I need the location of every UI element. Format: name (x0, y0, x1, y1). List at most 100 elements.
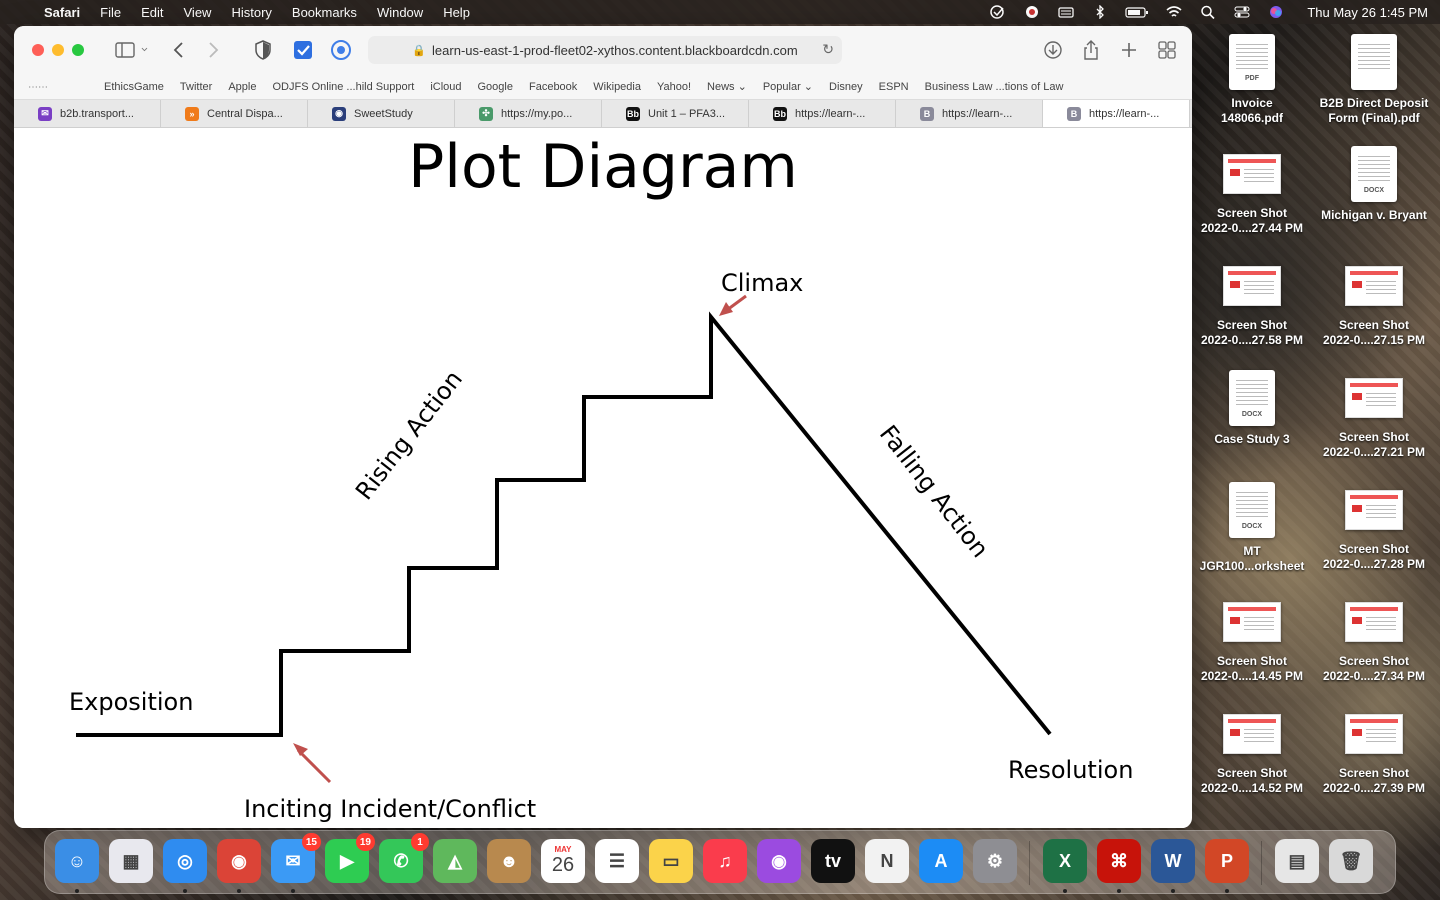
desktop-file-icon[interactable]: Screen Shot 2022-0....27.21 PM (1314, 370, 1434, 460)
new-tab-plus-icon[interactable] (1118, 39, 1140, 61)
favorite-link[interactable]: Google (478, 81, 513, 93)
checkbox-extension-icon[interactable] (292, 39, 314, 61)
favorite-link[interactable]: Facebook (529, 81, 577, 93)
trash-icon[interactable]: 🗑 (1329, 839, 1373, 883)
extension-circle-icon[interactable] (330, 39, 352, 61)
powerpoint-icon[interactable]: P (1205, 839, 1249, 883)
menu-view[interactable]: View (184, 5, 212, 20)
browser-tab[interactable]: Bb Unit 1 – PFA3... (602, 100, 749, 127)
favorite-link[interactable]: ODJFS Online ...hild Support (272, 81, 414, 93)
podcasts-icon[interactable]: ◉ (757, 839, 801, 883)
spotlight-search-icon[interactable] (1199, 5, 1217, 19)
messages-icon[interactable]: ✆ 1 (379, 833, 429, 883)
downloads-stack-icon[interactable]: ▤ (1275, 839, 1319, 883)
menu-bar-clock[interactable]: Thu May 26 1:45 PM (1307, 5, 1428, 20)
tab-favicon-icon: » (185, 106, 199, 121)
favorite-link[interactable]: Popular ⌄ (763, 80, 813, 93)
address-bar[interactable]: 🔒 learn-us-east-1-prod-fleet02-xythos.co… (368, 36, 842, 64)
reload-icon[interactable]: ↻ (822, 41, 834, 58)
menu-bookmarks[interactable]: Bookmarks (292, 5, 357, 20)
screenshot-thumbnail-icon (1223, 266, 1281, 306)
desktop-file-icon[interactable]: PDF Invoice 148066.pdf (1192, 34, 1312, 126)
menu-file[interactable]: File (100, 5, 121, 20)
browser-tab[interactable]: ✣ https://my.po... (455, 100, 602, 127)
favorite-link[interactable]: Twitter (180, 81, 212, 93)
keyboard-status-icon[interactable] (1057, 5, 1075, 19)
chrome-icon[interactable]: ◉ (217, 839, 261, 883)
favorite-link[interactable]: Apple (228, 81, 256, 93)
sidebar-toggle-icon[interactable] (114, 39, 136, 61)
favorite-link[interactable]: Wikipedia (593, 81, 641, 93)
creative-cloud-status-icon[interactable] (1023, 5, 1041, 19)
desktop-file-icon[interactable]: Screen Shot 2022-0....14.52 PM (1192, 706, 1312, 796)
favorite-link[interactable]: Disney (829, 81, 863, 93)
system-preferences-icon[interactable]: ⚙ (973, 839, 1017, 883)
music-icon[interactable]: ♫ (703, 839, 747, 883)
downloads-icon[interactable] (1042, 39, 1064, 61)
appletv-icon[interactable]: tv (811, 839, 855, 883)
desktop-file-icon[interactable]: DOCX Michigan v. Bryant (1314, 146, 1434, 223)
browser-tab[interactable]: Bhttps://learn-... (896, 100, 1043, 127)
menu-history[interactable]: History (231, 5, 271, 20)
desktop-file-icon[interactable]: Screen Shot 2022-0....27.44 PM (1192, 146, 1312, 236)
favorite-link[interactable]: EthicsGame (104, 81, 164, 93)
finder-icon[interactable]: ☺ (55, 839, 99, 883)
address-url[interactable]: learn-us-east-1-prod-fleet02-xythos.cont… (432, 43, 798, 58)
privacy-shield-icon[interactable] (252, 39, 274, 61)
browser-tab[interactable]: ◉ SweetStudy (308, 100, 455, 127)
apple-menu-icon[interactable] (12, 4, 26, 20)
launchpad-icon[interactable]: ▦ (109, 839, 153, 883)
excel-icon[interactable]: X (1043, 839, 1087, 883)
browser-tab[interactable]: Bhttps://learn-... (1043, 100, 1190, 127)
menu-app-name[interactable]: Safari (44, 5, 80, 20)
minimize-window-button[interactable] (52, 44, 64, 56)
maps-icon[interactable]: ◭ (433, 839, 477, 883)
notes-icon[interactable]: ▭ (649, 839, 693, 883)
desktop-file-icon[interactable]: Screen Shot 2022-0....27.39 PM (1314, 706, 1434, 796)
forward-chevron-icon[interactable] (202, 39, 224, 61)
screenshot-thumbnail-icon (1345, 602, 1403, 642)
browser-tab[interactable]: » Central Dispa... (161, 100, 308, 127)
wifi-icon[interactable] (1165, 5, 1183, 19)
favorite-link[interactable]: Business Law ...tions of Law (925, 81, 1064, 93)
reminders-icon[interactable]: ☰ (595, 839, 639, 883)
share-icon[interactable] (1080, 39, 1102, 61)
fullscreen-window-button[interactable] (72, 44, 84, 56)
favorite-link[interactable]: iCloud (430, 81, 461, 93)
control-center-icon[interactable] (1233, 5, 1251, 19)
browser-tab[interactable]: Bb https://learn-... (749, 100, 896, 127)
contacts-icon[interactable]: ☻ (487, 839, 531, 883)
favorite-link[interactable]: ESPN (879, 81, 909, 93)
desktop-file-icon[interactable]: B2B Direct Deposit Form (Final).pdf (1314, 34, 1434, 126)
close-window-button[interactable] (32, 44, 44, 56)
bluetooth-icon[interactable] (1091, 5, 1109, 19)
grammarly-status-icon[interactable] (989, 5, 1007, 19)
menu-help[interactable]: Help (443, 5, 470, 20)
desktop-file-icon[interactable]: Screen Shot 2022-0....27.58 PM (1192, 258, 1312, 348)
safari-icon[interactable]: ◎ (163, 839, 207, 883)
battery-icon[interactable] (1125, 5, 1149, 19)
desktop-file-icon[interactable]: DOCX MT JGR100...orksheet (1192, 482, 1312, 574)
siri-icon[interactable] (1267, 5, 1285, 19)
tab-overview-icon[interactable] (1156, 39, 1178, 61)
menu-edit[interactable]: Edit (141, 5, 163, 20)
desktop-file-icon[interactable]: Screen Shot 2022-0....27.28 PM (1314, 482, 1434, 572)
news-icon[interactable]: N (865, 839, 909, 883)
mail-icon[interactable]: ✉ 15 (271, 833, 321, 883)
desktop-file-icon[interactable]: Screen Shot 2022-0....27.15 PM (1314, 258, 1434, 348)
desktop-file-icon[interactable]: DOCX Case Study 3 (1192, 370, 1312, 447)
browser-tab[interactable]: ✉ b2b.transport... (14, 100, 161, 127)
facetime-icon[interactable]: ▶ 19 (325, 833, 375, 883)
desktop-file-icon[interactable]: Screen Shot 2022-0....14.45 PM (1192, 594, 1312, 684)
back-chevron-icon[interactable] (168, 39, 190, 61)
menu-window[interactable]: Window (377, 5, 423, 20)
acrobat-icon[interactable]: ⌘ (1097, 839, 1141, 883)
calendar-icon[interactable]: MAY 26 (541, 839, 585, 883)
appstore-icon[interactable]: A (919, 839, 963, 883)
desktop-file-icon[interactable]: Screen Shot 2022-0....27.34 PM (1314, 594, 1434, 684)
favorites-grid-icon[interactable]: ⋯⋯ (28, 82, 48, 93)
favorite-link[interactable]: Yahoo! (657, 81, 691, 93)
tab-group-chevron-down-icon[interactable] (140, 39, 154, 61)
word-icon[interactable]: W (1151, 839, 1195, 883)
favorite-link[interactable]: News ⌄ (707, 80, 747, 93)
